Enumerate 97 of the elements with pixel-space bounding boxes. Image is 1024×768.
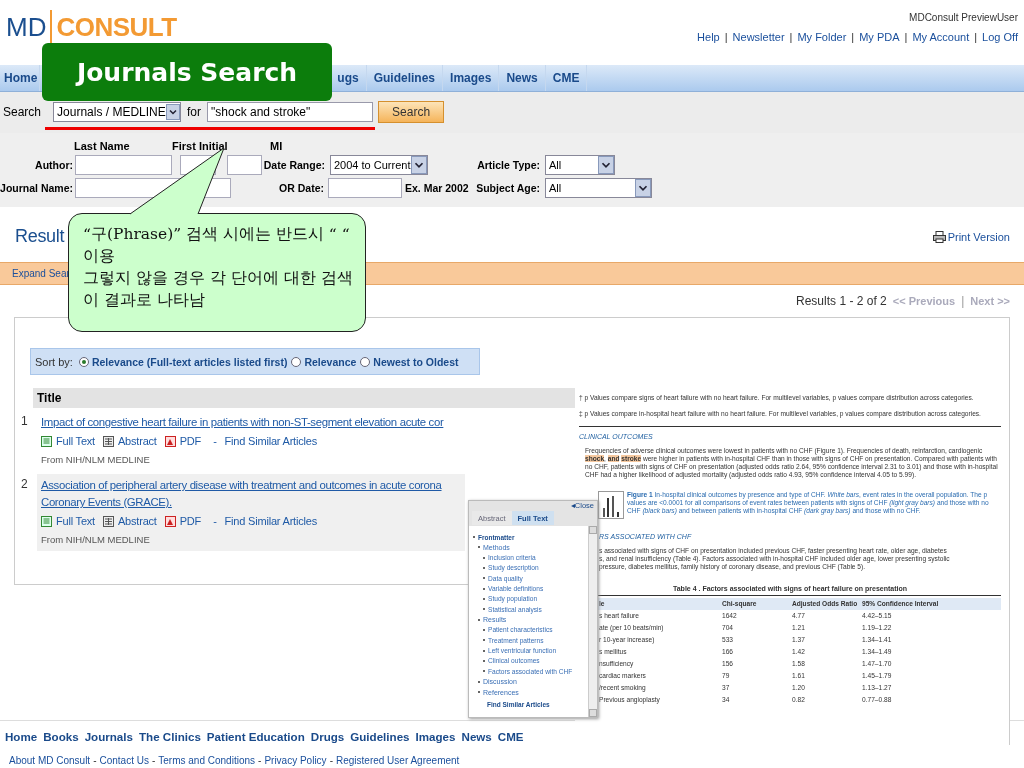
sort-option[interactable]: Relevance [304,355,357,368]
date-hint: Ex. Mar 2002 [405,181,470,194]
article-type-select[interactable]: All [545,154,615,175]
date-field[interactable] [328,177,402,198]
pdf-icon [164,435,176,447]
nav-link[interactable]: CME [545,65,588,91]
separator: | [724,31,728,43]
field-label: OR Date: [278,181,324,194]
field-label: Author: [34,158,73,171]
abstract-link[interactable]: Abstract [117,435,157,447]
sort-option[interactable]: Newest to Oldest [373,355,459,368]
source-text: From NIH/NLM MEDLINE [41,454,151,465]
article-title-link[interactable]: Association of peripheral artery disease with treatment and outcomes in acute corona Coronary Events (GRACE). [37,477,465,511]
print-link[interactable]: Print Version [932,230,1010,243]
footer-nav-link[interactable]: CME [497,729,524,743]
document-icon [41,515,52,527]
footer-link[interactable]: Privacy Policy [264,755,327,766]
header-link[interactable]: Help [697,31,720,43]
footer-nav-link[interactable]: The Clinics [139,729,201,743]
separator: - [213,515,217,527]
annotation-label: Journals Search [42,43,332,101]
grid-icon [102,515,114,527]
expand-link[interactable]: Expand Sear [12,268,70,279]
search-button[interactable]: Search [378,101,445,123]
header-link[interactable]: Newsletter [732,31,785,43]
column-label: First Initial [172,140,229,152]
bar-chart-thumbnail [598,491,624,519]
results-heading: Result [15,226,65,247]
column-label: Last Name [74,140,131,152]
footer-nav-link[interactable]: Images [415,729,456,743]
nav-link[interactable]: Home [0,65,41,91]
middle-initial-field[interactable] [227,154,262,175]
separator: - [93,755,97,766]
full-text-link[interactable]: Full Text [56,435,95,447]
footer-nav-link[interactable]: Books [43,729,79,743]
subject-age-select[interactable]: All [545,177,652,198]
search-field[interactable]: "shock and stroke" [207,102,374,122]
field-label: Article Type: [476,158,540,171]
separator: | [789,31,793,43]
header-link[interactable]: My PDA [859,31,900,43]
last-name-field[interactable] [75,154,172,175]
separator: | [974,31,978,43]
footer-nav-link[interactable]: Home [5,729,38,743]
source-text: From NIH/NLM MEDLINE [41,534,151,545]
pdf-link[interactable]: PDF [179,515,202,527]
result-number: 1 [20,413,29,430]
date-range-select[interactable]: 2004 to Current [330,154,428,175]
collection-select[interactable]: Journals / MEDLINE [53,102,182,122]
search-label: Search [3,105,42,119]
header-link[interactable]: My Account [912,31,970,43]
callout-text: 그렇지 않을 경우 각 단어에 대한 검색이 결과로 나타남 [83,268,354,311]
footer-nav-link[interactable]: Drugs [310,729,345,743]
footer-nav-link[interactable]: Patient Education [206,729,305,743]
separator: - [213,435,217,447]
column-label: MI [270,140,284,152]
nav-link[interactable]: News [499,65,546,91]
pdf-link[interactable]: PDF [179,435,202,447]
radio-button[interactable] [360,356,371,367]
printer-icon [932,230,946,243]
article-title-link[interactable]: Impact of congestive heart failure in patients with non-ST-segment elevation acute cor [37,414,465,431]
for-label: for [187,105,202,119]
full-text-link[interactable]: Full Text [56,515,95,527]
header-link[interactable]: Log Off [982,31,1018,43]
field-label: Journal Name: [0,181,73,194]
radio-button[interactable] [78,356,89,367]
footer-link[interactable]: Registered User Agreement [335,755,460,766]
sort-option[interactable]: Relevance (Full-text articles listed first) [91,355,288,368]
nav-link[interactable]: Guidelines [366,65,444,91]
sort-label: Sort by: [35,355,73,368]
callout-text: “구(Phrase)” 검색 시에는 반드시 “ “ 이용 [83,224,351,267]
footer-link[interactable]: About MD Consult [9,755,91,766]
radio-button[interactable] [291,356,302,367]
abstract-link[interactable]: Abstract [117,515,157,527]
header-link[interactable]: My Folder [797,31,847,43]
footer-nav-link[interactable]: News [461,729,492,743]
separator: | [851,31,855,43]
separator: - [329,755,333,766]
field-label: Subject Age: [475,181,540,194]
similar-articles-link[interactable]: Find Similar Articles [224,435,317,447]
user-name: MDConsult PreviewUser [909,12,1018,23]
nav-link[interactable]: Images [443,65,500,91]
footer-nav-link[interactable]: Guidelines [350,729,410,743]
footer-link[interactable]: Contact Us [99,755,149,766]
field-label: Date Range: [262,158,325,171]
result-number: 2 [20,476,29,493]
grid-icon [102,435,114,447]
footer-link[interactable]: Terms and Conditions [158,755,256,766]
logo: MD CONSULT [6,10,177,44]
footer-nav-link[interactable]: Journals [84,729,133,743]
separator: - [151,755,156,766]
pdf-icon [164,515,176,527]
separator: | [904,31,908,43]
results-count: Results 1 - 2 of 2 [796,294,887,308]
document-icon [41,435,52,447]
separator: | [961,294,965,308]
similar-articles-link[interactable]: Find Similar Articles [224,515,317,527]
separator: - [258,755,262,766]
